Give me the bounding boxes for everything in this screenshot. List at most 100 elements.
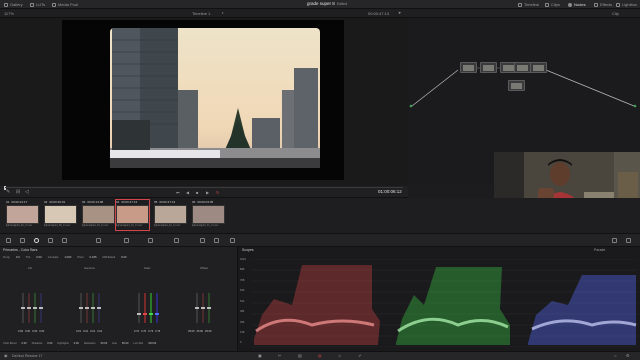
deliver-page-icon[interactable]: ➚ (358, 354, 361, 358)
nodes-button[interactable]: Nodes (568, 2, 586, 7)
node-6[interactable] (508, 80, 525, 91)
rewind-icon[interactable]: ◀ (186, 191, 189, 195)
motion-effects-icon[interactable] (62, 238, 67, 243)
lum-mix-label: Lum Mix (133, 342, 144, 345)
lightbox-button[interactable]: Lightbox (616, 2, 637, 7)
effects-button[interactable]: Effects (594, 2, 612, 7)
mid-detail-value[interactable]: 0.00 (121, 256, 126, 259)
info-icon[interactable] (612, 238, 617, 243)
chevron-down-icon[interactable]: ▾ (222, 11, 224, 15)
node-1[interactable] (460, 62, 477, 73)
primaries-panel: Primaries - Color Bars Temp 0.0 Tint 0.0… (0, 247, 238, 351)
clip-preview (116, 205, 149, 224)
scopes-title: Scopes (242, 248, 254, 252)
clip-thumbnail[interactable]: 03 00:00:13:08 lightandgold_16_C.mov (82, 200, 115, 230)
brush-icon[interactable]: ✎ (6, 190, 10, 195)
scope-mode-selector[interactable]: Parade (594, 248, 605, 253)
scrubber[interactable] (5, 187, 403, 188)
color-match-icon[interactable] (20, 238, 25, 243)
tint-value[interactable]: 0.00 (36, 256, 41, 259)
scope-scale: 1023 896 768 640 512 384 256 128 0 (240, 258, 246, 345)
zoom-level[interactable]: 117% (4, 11, 14, 16)
luts-button[interactable]: LUTs (30, 2, 45, 7)
stop-icon[interactable]: ■ (196, 191, 198, 195)
gain-wheel[interactable]: Gain 0.76 0.76 0.76 0.76 (122, 261, 178, 337)
clip-thumbnail[interactable]: 01 00:00:24:17 lightandgold_02_C.mov (6, 200, 39, 230)
transport-bar: ✎ ⊟ ◁ ⏮ ◀ ■ ▶ ↻ 01:00:06:12 (0, 186, 408, 198)
clip-preview (6, 205, 39, 224)
top-bar: Gallery LUTs Media Pool grade super 8 Ed… (0, 0, 640, 9)
split-icon[interactable]: ⊟ (16, 190, 20, 195)
edit-page-icon[interactable]: ▤ (298, 354, 302, 358)
color-wheels-icon[interactable] (34, 238, 39, 243)
scopes-toggle-icon[interactable] (626, 238, 631, 243)
sizing-icon[interactable] (230, 238, 235, 243)
timeline-selector[interactable]: Timeline 1 (192, 11, 210, 16)
highlights-value[interactable]: 0.00 (74, 342, 79, 346)
camera-raw-icon[interactable] (6, 238, 11, 243)
clip-thumbnail-selected[interactable]: 04 00:00:47:13 lightandgold_19_C.mov (115, 199, 150, 231)
play-icon[interactable]: ▶ (206, 191, 209, 195)
node-5[interactable] (530, 62, 547, 73)
clip-name: lightandgold_19_C.mov (116, 224, 143, 227)
home-icon[interactable]: ⌂ (614, 354, 616, 358)
fairlight-page-icon[interactable]: ♫ (338, 354, 341, 358)
clip-timecode: 00:00:13:08 (87, 200, 104, 204)
clip-name: lightandgold_02_C.mov (6, 224, 33, 227)
settings-icon[interactable]: ⚙ (626, 354, 630, 358)
color-boost-value[interactable]: 0.00 (22, 342, 27, 346)
gallery-icon (4, 2, 8, 7)
blur-icon[interactable] (200, 238, 205, 243)
window-icon[interactable] (148, 238, 153, 243)
pivot-value[interactable]: 0.435 (90, 256, 97, 259)
timeline-icon (518, 2, 522, 7)
shadows-value[interactable]: 0.00 (47, 342, 52, 346)
speaker-icon[interactable]: ◁ (25, 190, 29, 195)
clip-mode-selector[interactable]: Clip (612, 11, 619, 16)
curves-icon[interactable] (96, 238, 101, 243)
gamma-wheel[interactable]: Gamma 0.01 0.01 0.01 0.01 (64, 261, 120, 337)
lum-mix-value[interactable]: 100.00 (148, 342, 156, 346)
qualifier-icon[interactable] (124, 238, 129, 243)
clip-thumbnail[interactable]: 02 00:00:36:01 lightandgold_08_C.mov (44, 200, 77, 230)
clip-preview (192, 205, 225, 224)
temp-label: Temp (3, 255, 10, 259)
effects-label: Effects (600, 1, 613, 7)
clip-thumbnail[interactable]: 06 00:00:03:05 lightandgold_31_C.mov (192, 200, 225, 230)
gallery-button[interactable]: Gallery (4, 2, 23, 7)
contrast-value[interactable]: 1.000 (64, 256, 71, 259)
saturation-value[interactable]: 50.00 (101, 342, 108, 346)
node-4[interactable] (514, 62, 531, 73)
lift-wheel[interactable]: Lift 0.00 0.00 0.00 0.00 (6, 261, 62, 337)
rgb-parade-scope (252, 259, 638, 347)
key-icon[interactable] (214, 238, 219, 243)
timeline-button[interactable]: Timeline (518, 2, 539, 7)
media-pool-button[interactable]: Media Pool (52, 2, 78, 7)
media-pool-label: Media Pool (58, 1, 79, 7)
rgb-mixer-icon[interactable] (48, 238, 53, 243)
color-page-icon[interactable]: ◍ (318, 354, 322, 358)
primaries-top-row: Temp 0.0 Tint 0.00 Contrast 1.000 Pivot … (3, 256, 126, 259)
resolve-logo-icon: ◉ (4, 353, 8, 358)
hue-label: Hue (112, 342, 117, 345)
temp-value[interactable]: 0.0 (16, 256, 20, 259)
clip-thumbnail[interactable]: 05 00:00:47:13 lightandgold_22_C.mov (154, 200, 187, 230)
node-2[interactable] (480, 62, 497, 73)
hue-value[interactable]: 50.00 (122, 342, 129, 346)
node-thumb (517, 65, 528, 71)
offset-wheel[interactable]: Offset 25.00 25.00 25.00 (180, 261, 236, 337)
clip-timecode: 00:00:24:17 (11, 200, 28, 204)
loop-icon[interactable]: ↻ (216, 191, 219, 195)
cut-page-icon[interactable]: ✂ (278, 354, 281, 358)
clip-name: lightandgold_22_C.mov (154, 224, 181, 227)
luts-icon (30, 2, 34, 7)
tracker-icon[interactable] (174, 238, 179, 243)
scopes-panel: Scopes Parade 1023 896 768 640 512 384 256 12… (238, 247, 640, 351)
clips-button[interactable]: Clips (545, 2, 560, 7)
clips-icon (545, 2, 549, 7)
media-page-icon[interactable]: ▣ (258, 354, 262, 358)
wheel-values: 0.01 0.01 0.01 0.01 (76, 330, 103, 333)
pointer-icon[interactable]: ➤ (398, 11, 401, 15)
node-thumb (511, 83, 522, 89)
skip-back-icon[interactable]: ⏮ (176, 191, 180, 195)
